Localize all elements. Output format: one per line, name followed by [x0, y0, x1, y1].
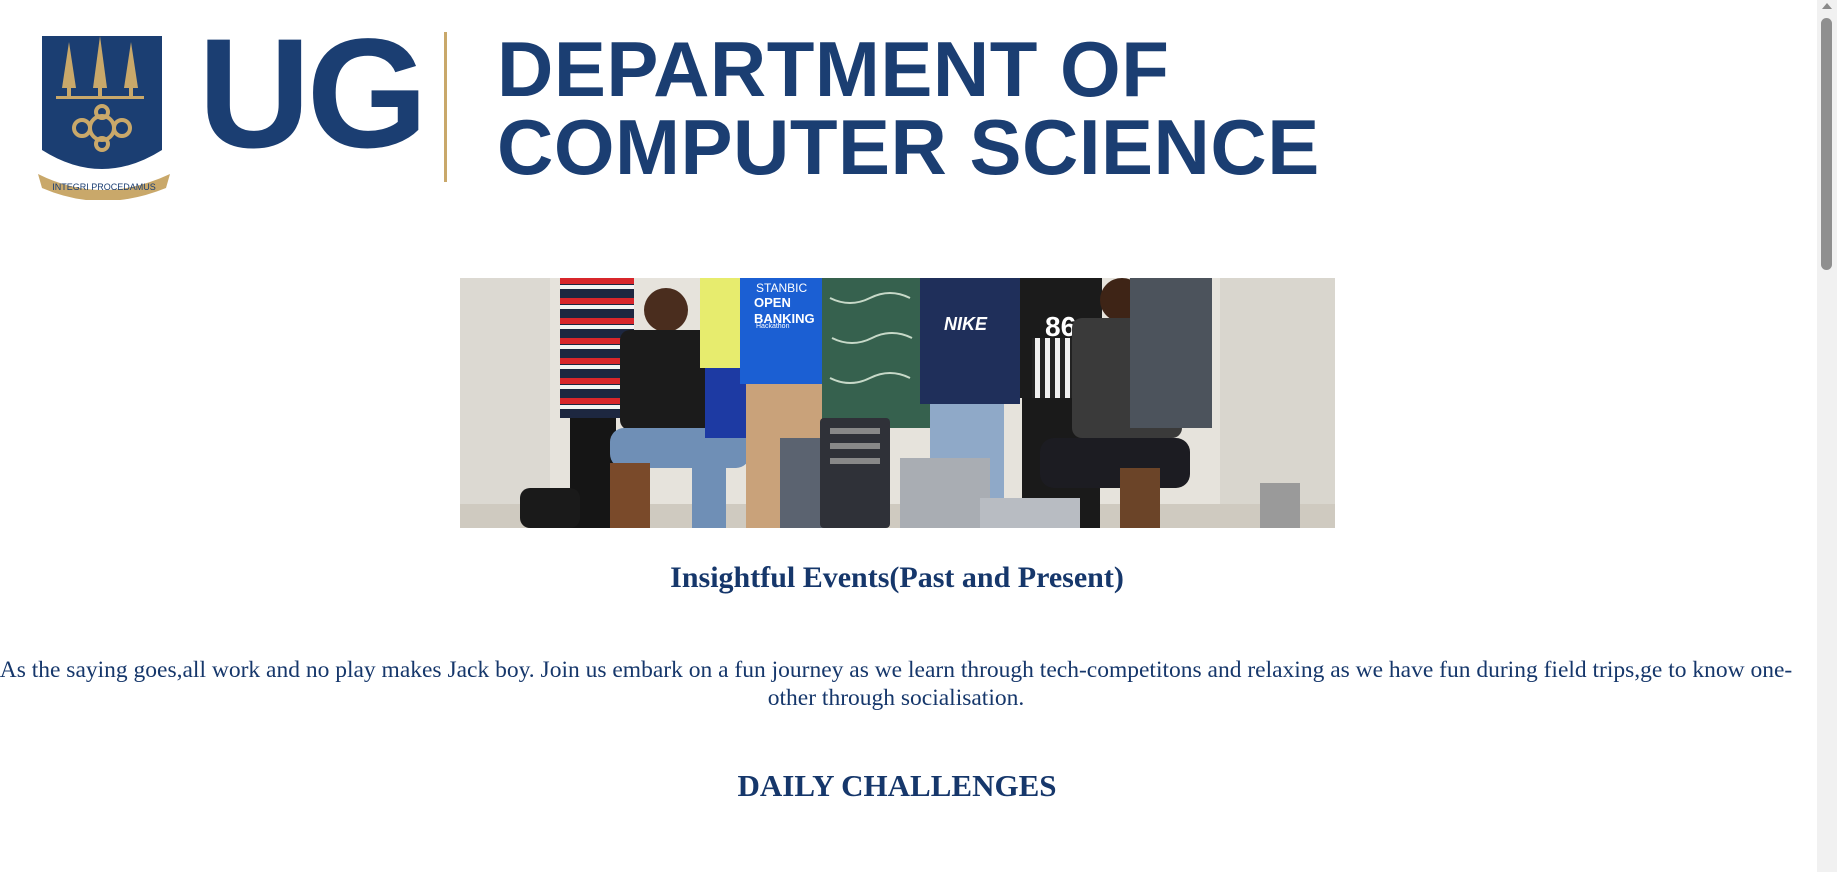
department-title: DEPARTMENT OF COMPUTER SCIENCE	[497, 30, 1320, 186]
events-heading: Insightful Events(Past and Present)	[670, 561, 1124, 594]
hero-group-photo: STANBIC OPEN BANKING Hackathon NIKE 86	[460, 278, 1335, 528]
vertical-scrollbar[interactable]	[1817, 0, 1837, 872]
hero-shirt-nike: NIKE	[944, 314, 988, 334]
hero-shirt-number: 86	[1045, 311, 1076, 342]
scroll-up-arrow-icon[interactable]	[1822, 3, 1832, 9]
department-logo[interactable]: INTEGRI PROCEDAMUS UG DEPARTMENT OF COMP…	[38, 16, 1319, 200]
crest-motto: INTEGRI PROCEDAMUS	[52, 182, 156, 192]
university-crest-icon: INTEGRI PROCEDAMUS	[38, 36, 170, 200]
page: INTEGRI PROCEDAMUS UG DEPARTMENT OF COMP…	[0, 0, 1817, 872]
events-intro-text: As the saying goes,all work and no play …	[0, 657, 1793, 711]
scrollbar-thumb[interactable]	[1821, 18, 1832, 270]
department-title-line-2: COMPUTER SCIENCE	[497, 103, 1320, 191]
hero-shirt-text-4: Hackathon	[756, 323, 790, 330]
hero-shirt-text-1: STANBIC	[756, 281, 807, 295]
logo-divider	[444, 32, 447, 182]
logo-abbreviation: UG	[198, 7, 428, 181]
daily-challenges-heading: DAILY CHALLENGES	[737, 768, 1057, 803]
hero-shirt-text-2: OPEN	[754, 295, 791, 310]
department-title-line-1: DEPARTMENT OF	[497, 25, 1170, 113]
